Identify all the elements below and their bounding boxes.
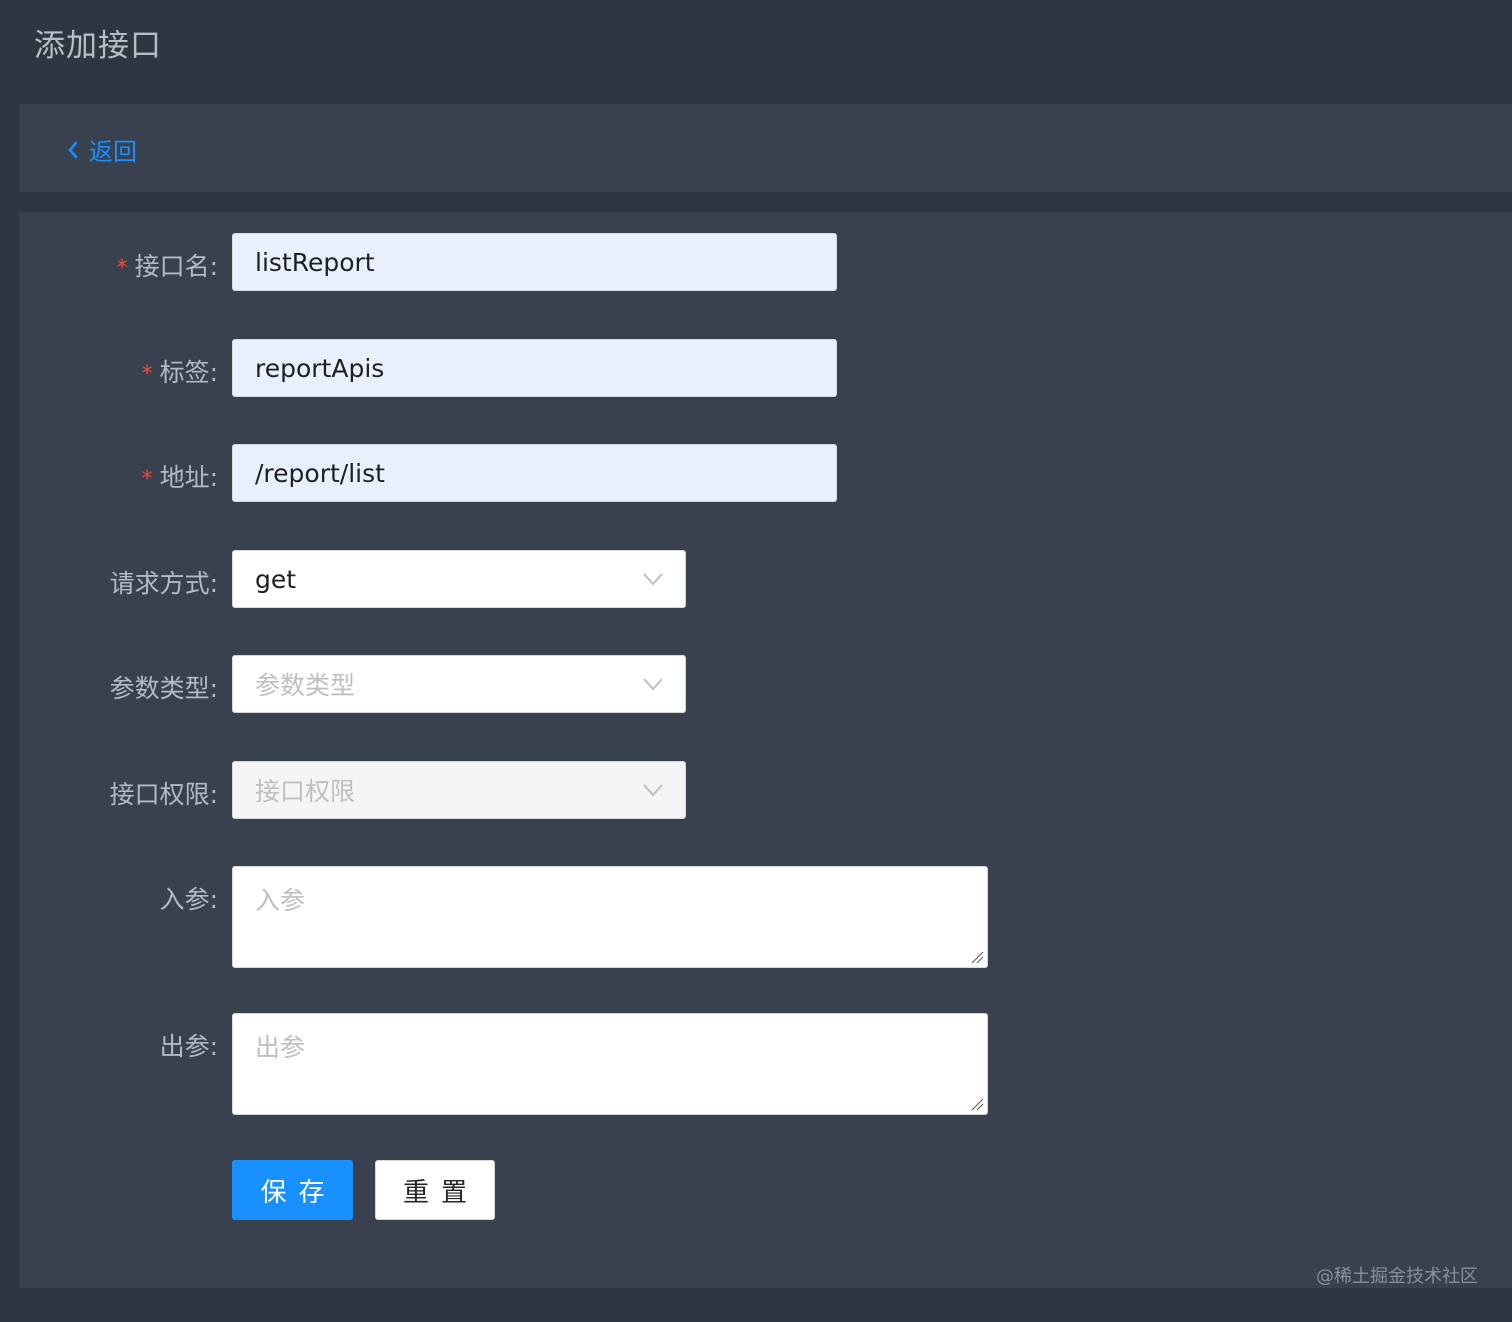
- save-button[interactable]: 保存: [232, 1160, 353, 1220]
- api-form: * 接口名: listReport * 标签: reportApis * 地址: /r…: [19, 212, 1512, 1288]
- back-label: 返回: [89, 138, 137, 166]
- permission-placeholder: 接口权限: [255, 777, 356, 806]
- output-params-textarea[interactable]: 出参: [232, 1013, 988, 1115]
- chevron-left-icon: [68, 141, 78, 158]
- resize-grip-icon[interactable]: [970, 950, 984, 964]
- field-label-tag: * 标签:: [141, 358, 218, 387]
- param-type-placeholder: 参数类型: [255, 671, 356, 700]
- chevron-down-icon: [643, 678, 663, 691]
- tag-input[interactable]: reportApis: [232, 339, 837, 397]
- page-title: 添加接口: [34, 28, 162, 64]
- method-value: get: [255, 564, 297, 594]
- field-label-output-params: 出参:: [159, 1032, 218, 1061]
- method-select[interactable]: get: [232, 550, 686, 608]
- field-label-permission: 接口权限:: [109, 780, 218, 809]
- tag-value: reportApis: [255, 353, 385, 383]
- chevron-down-icon: [643, 573, 663, 586]
- back-bar: 返回: [19, 104, 1512, 192]
- reset-button[interactable]: 重置: [375, 1160, 495, 1220]
- field-label-method: 请求方式:: [109, 569, 218, 598]
- permission-select: 接口权限: [232, 761, 686, 819]
- watermark: @稀土掘金技术社区: [1316, 1266, 1478, 1287]
- field-label-param-type: 参数类型:: [109, 674, 218, 703]
- field-label-name: * 接口名:: [116, 252, 218, 281]
- save-button-label: 保存: [260, 1177, 337, 1208]
- address-value: /report/list: [255, 458, 385, 488]
- field-label-input-params: 入参:: [159, 885, 218, 914]
- required-mark: *: [141, 467, 153, 492]
- required-mark: *: [116, 256, 128, 281]
- reset-button-label: 重置: [402, 1177, 479, 1208]
- resize-grip-icon[interactable]: [970, 1097, 984, 1111]
- output-params-placeholder: 出参: [255, 1033, 306, 1062]
- input-params-textarea[interactable]: 入参: [232, 866, 988, 968]
- input-params-placeholder: 入参: [255, 886, 306, 915]
- field-label-address: * 地址:: [141, 463, 218, 492]
- param-type-select[interactable]: 参数类型: [232, 655, 686, 713]
- api-name-input[interactable]: listReport: [232, 233, 837, 291]
- required-mark: *: [141, 362, 153, 387]
- chevron-down-icon: [643, 784, 663, 797]
- api-name-value: listReport: [255, 247, 375, 277]
- address-input[interactable]: /report/list: [232, 444, 837, 502]
- back-link[interactable]: 返回: [65, 132, 137, 167]
